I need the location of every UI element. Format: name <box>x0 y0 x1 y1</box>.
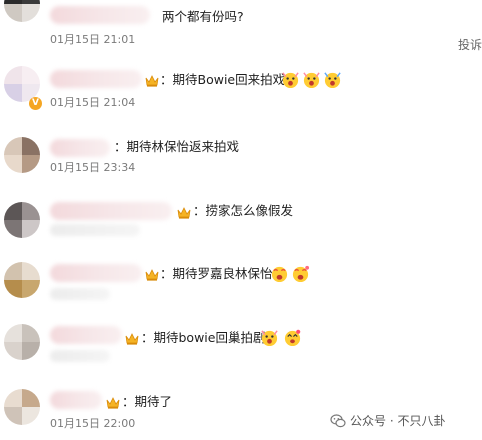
crown-icon <box>106 397 120 409</box>
comment-text: ：期待bowie回巢拍剧 <box>141 330 266 345</box>
comment-item: ：期待bowie回巢拍剧 <box>0 320 482 375</box>
username[interactable] <box>50 326 122 344</box>
username[interactable] <box>50 139 110 157</box>
comment-item: V ：期待Bowie回来拍戏 01月15日 21:04 <box>0 62 482 117</box>
watermark: 公众号 · 不只八卦 <box>330 412 445 429</box>
username[interactable] <box>50 70 142 88</box>
comment-time: 01月15日 22:00 <box>50 417 136 430</box>
comment-text: ：期待Bowie回来拍戏 <box>160 72 286 87</box>
excited-face-emoji <box>324 72 341 89</box>
crown-icon <box>125 333 139 345</box>
vip-badge-icon: V <box>29 97 42 110</box>
excited-face-emoji <box>284 329 301 347</box>
avatar[interactable] <box>4 0 40 22</box>
comment-item: ：期待罗嘉良林保怡 <box>0 258 482 313</box>
avatar[interactable] <box>4 137 40 173</box>
comment-time: 01月15日 21:04 <box>50 96 136 109</box>
comment-item: ：期待林保怡返来拍戏 01月15日 23:34 <box>0 133 482 188</box>
excited-face-emoji <box>261 330 278 347</box>
username[interactable] <box>50 202 172 220</box>
report-link[interactable]: 投诉 <box>458 36 482 53</box>
excited-face-emoji <box>282 72 299 89</box>
wechat-icon <box>330 413 346 427</box>
avatar[interactable] <box>4 202 40 238</box>
crown-icon <box>145 75 159 87</box>
comment-time <box>50 350 110 362</box>
watermark-text: 公众号 · 不只八卦 <box>350 414 446 428</box>
comment-item: ：捞家怎么像假发 <box>0 196 482 251</box>
comment-text: ：期待了 <box>122 394 173 409</box>
comment-time: 01月15日 21:01 <box>50 33 136 46</box>
crown-icon <box>145 269 159 281</box>
excited-face-emoji <box>303 72 320 89</box>
username[interactable] <box>50 391 102 409</box>
avatar[interactable] <box>4 389 40 425</box>
avatar[interactable] <box>4 262 40 298</box>
username[interactable] <box>50 6 150 24</box>
comment-time <box>50 288 110 300</box>
comment-text: ：期待罗嘉良林保怡 <box>160 266 273 281</box>
comment-text: 两个都有份吗? <box>162 9 244 24</box>
excited-face-emoji <box>292 265 310 283</box>
username[interactable] <box>50 264 142 282</box>
comment-time <box>50 224 140 236</box>
comment-text: ：期待林保怡返来拍戏 <box>114 139 240 154</box>
excited-face-emoji <box>271 266 288 283</box>
comment-item: 两个都有份吗? 01月15日 21:01 <box>0 0 482 55</box>
crown-icon <box>177 207 191 219</box>
comment-text: ：捞家怎么像假发 <box>193 203 294 218</box>
avatar[interactable] <box>4 324 40 360</box>
comment-time: 01月15日 23:34 <box>50 161 136 174</box>
